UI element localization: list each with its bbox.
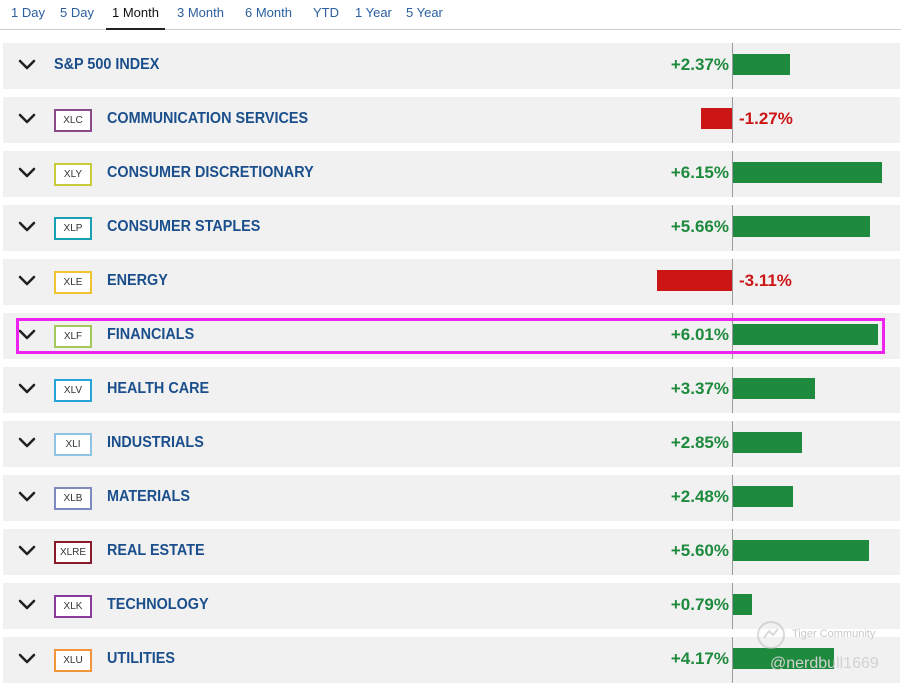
change-value: +2.85% (670, 433, 729, 452)
positive-change-bar (733, 324, 878, 345)
change-value: +3.37% (670, 379, 729, 398)
etf-badge[interactable]: XLY (54, 163, 92, 186)
change-value: +2.48% (670, 487, 729, 506)
chevron-down-icon[interactable] (18, 382, 36, 396)
positive-change-bar (733, 540, 869, 561)
sector-row[interactable]: S&P 500 INDEX +2.37% (3, 43, 900, 89)
sector-row[interactable]: XLRE REAL ESTATE +5.60% (3, 529, 900, 575)
positive-change-bar (733, 162, 882, 183)
chevron-down-icon[interactable] (18, 220, 36, 234)
etf-badge[interactable]: XLI (54, 433, 92, 456)
change-value: +5.60% (670, 541, 729, 560)
chevron-down-icon[interactable] (18, 166, 36, 180)
tab-ytd[interactable]: YTD (313, 4, 339, 28)
chevron-down-icon[interactable] (18, 112, 36, 126)
chevron-down-icon[interactable] (18, 544, 36, 558)
change-value: +0.79% (670, 595, 729, 614)
sector-name[interactable]: S&P 500 INDEX (54, 54, 159, 76)
chevron-down-icon[interactable] (18, 598, 36, 612)
positive-change-bar (733, 432, 802, 453)
positive-change-bar (733, 486, 793, 507)
sector-name[interactable]: UTILITIES (107, 648, 175, 670)
positive-change-bar (733, 594, 752, 615)
chevron-down-icon[interactable] (18, 328, 36, 342)
positive-change-bar (733, 378, 815, 399)
chevron-down-icon[interactable] (18, 436, 36, 450)
change-value: -3.11% (739, 271, 792, 290)
etf-badge[interactable]: XLB (54, 487, 92, 510)
watermark-brand: Tiger Community (792, 628, 876, 640)
sector-row[interactable]: XLV HEALTH CARE +3.37% (3, 367, 900, 413)
etf-badge[interactable]: XLC (54, 109, 92, 132)
negative-change-bar (701, 108, 732, 129)
change-value: +6.01% (670, 325, 729, 344)
tab-1-year[interactable]: 1 Year (355, 4, 392, 28)
change-value: -1.27% (739, 109, 793, 128)
tab-3-month[interactable]: 3 Month (177, 4, 224, 28)
etf-badge[interactable]: XLK (54, 595, 92, 618)
sector-row[interactable]: XLB MATERIALS +2.48% (3, 475, 900, 521)
sector-name[interactable]: INDUSTRIALS (107, 432, 204, 454)
etf-badge[interactable]: XLE (54, 271, 92, 294)
zero-axis-line (732, 97, 733, 143)
etf-badge[interactable]: XLU (54, 649, 92, 672)
zero-axis-line (732, 259, 733, 305)
tab-1-month[interactable]: 1 Month (106, 4, 165, 30)
change-value: +6.15% (670, 163, 729, 182)
sector-name[interactable]: MATERIALS (107, 486, 190, 508)
change-value: +4.17% (670, 649, 729, 668)
sector-row[interactable]: XLE ENERGY -3.11% (3, 259, 900, 305)
chevron-down-icon[interactable] (18, 652, 36, 666)
sector-name[interactable]: REAL ESTATE (107, 540, 205, 562)
sector-row[interactable]: XLC COMMUNICATION SERVICES -1.27% (3, 97, 900, 143)
sector-name[interactable]: FINANCIALS (107, 324, 194, 346)
tab-5-day[interactable]: 5 Day (60, 4, 94, 28)
tab-6-month[interactable]: 6 Month (245, 4, 292, 28)
change-value: +2.37% (670, 55, 729, 74)
etf-badge[interactable]: XLRE (54, 541, 92, 564)
change-value: +5.66% (670, 217, 729, 236)
tab-1-day[interactable]: 1 Day (11, 4, 45, 28)
timeframe-tabs: 1 Day 5 Day 1 Month 3 Month 6 Month YTD … (0, 0, 901, 30)
sector-name[interactable]: HEALTH CARE (107, 378, 209, 400)
sector-row[interactable]: XLY CONSUMER DISCRETIONARY +6.15% (3, 151, 900, 197)
etf-badge[interactable]: XLV (54, 379, 92, 402)
sector-name[interactable]: COMMUNICATION SERVICES (107, 108, 308, 130)
chevron-down-icon[interactable] (18, 274, 36, 288)
chevron-down-icon[interactable] (18, 490, 36, 504)
watermark-handle: @nerdbull1669 (770, 655, 879, 672)
positive-change-bar (733, 54, 790, 75)
tab-5-year[interactable]: 5 Year (406, 4, 443, 28)
sector-name[interactable]: CONSUMER DISCRETIONARY (107, 162, 314, 184)
tiger-logo-icon (757, 621, 785, 649)
sector-name[interactable]: ENERGY (107, 270, 168, 292)
chevron-down-icon[interactable] (18, 58, 36, 72)
sector-row[interactable]: XLP CONSUMER STAPLES +5.66% (3, 205, 900, 251)
positive-change-bar (733, 216, 870, 237)
sector-row[interactable]: XLI INDUSTRIALS +2.85% (3, 421, 900, 467)
etf-badge[interactable]: XLF (54, 325, 92, 348)
sector-name[interactable]: TECHNOLOGY (107, 594, 209, 616)
sector-name[interactable]: CONSUMER STAPLES (107, 216, 260, 238)
etf-badge[interactable]: XLP (54, 217, 92, 240)
sector-row[interactable]: XLF FINANCIALS +6.01% (3, 313, 900, 359)
negative-change-bar (657, 270, 732, 291)
